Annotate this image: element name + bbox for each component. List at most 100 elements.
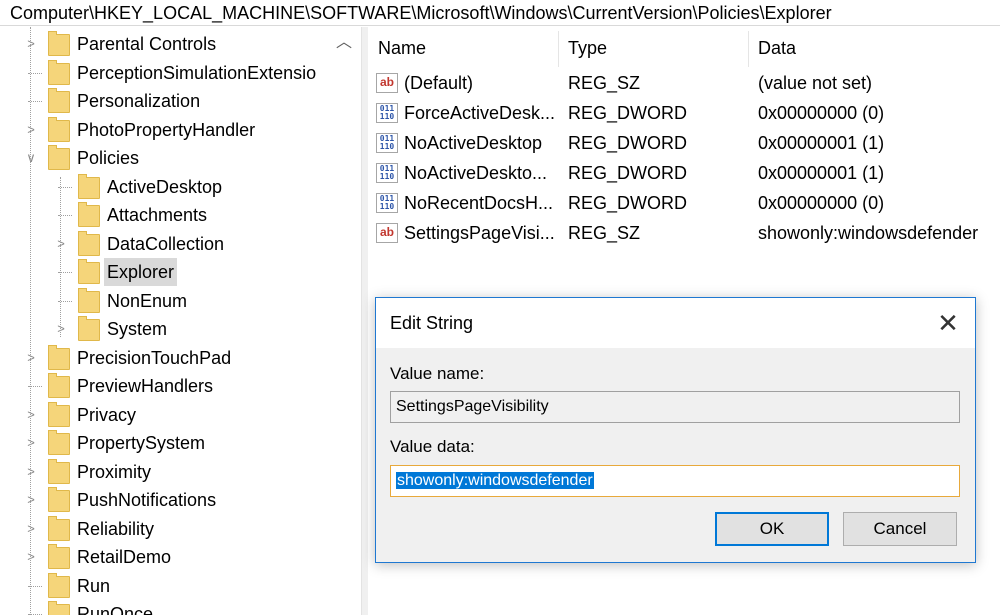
cell-name: NoRecentDocsH...	[404, 193, 554, 213]
expand-chevron-icon[interactable]: >	[22, 30, 40, 58]
collapse-chevron-icon[interactable]: ∨	[22, 144, 40, 172]
folder-icon	[48, 601, 70, 615]
expand-chevron-icon[interactable]: >	[22, 486, 40, 514]
string-value-icon: ab	[376, 73, 398, 93]
tree-item[interactable]: > PrecisionTouchPad	[22, 344, 342, 372]
tree-item[interactable]: PerceptionSimulationExtensio	[22, 59, 342, 87]
expand-chevron-icon[interactable]: >	[52, 315, 70, 343]
close-icon[interactable]: ✕	[931, 306, 965, 340]
folder-icon	[48, 344, 70, 370]
cell-data: 0x00000000 (0)	[758, 103, 885, 123]
scroll-up-arrow-icon[interactable]: ︿	[330, 31, 358, 55]
string-value-icon: ab	[376, 223, 398, 243]
tree-item[interactable]: > Proximity	[22, 458, 342, 486]
tree-item[interactable]: RunOnce	[22, 600, 342, 615]
cancel-button[interactable]: Cancel	[843, 512, 957, 546]
column-header-type[interactable]: Type	[558, 27, 748, 69]
dialog-titlebar[interactable]: Edit String ✕	[376, 298, 975, 348]
folder-icon	[48, 373, 70, 398]
tree-item-label: RetailDemo	[77, 547, 172, 567]
tree-item-label: PerceptionSimulationExtensio	[77, 62, 317, 83]
tree-item-label: PrecisionTouchPad	[77, 347, 232, 368]
cell-data: 0x00000001 (1)	[758, 163, 885, 183]
tree-item[interactable]: ActiveDesktop	[22, 173, 342, 201]
tree-item[interactable]: > RetailDemo	[22, 543, 342, 571]
column-header-data[interactable]: Data	[748, 27, 1000, 69]
expand-chevron-icon[interactable]: >	[22, 515, 40, 543]
cell-name: ForceActiveDesk...	[404, 103, 554, 123]
tree-item-label: DataCollection	[107, 233, 225, 254]
folder-icon	[48, 116, 70, 142]
tree-item[interactable]: > PhotoPropertyHandler	[22, 116, 342, 144]
list-row[interactable]: 011 110 NoActiveDesktop REG_DWORD 0x00000001…	[368, 128, 1000, 158]
folder-icon	[48, 31, 70, 56]
expand-chevron-icon[interactable]: >	[22, 344, 40, 372]
tree-item[interactable]: > PushNotifications	[22, 486, 342, 514]
folder-icon	[78, 259, 100, 284]
tree-scrollbar[interactable]: ︿	[330, 27, 358, 615]
folder-icon	[48, 572, 70, 598]
folder-icon	[78, 202, 100, 227]
tree-item[interactable]: > System	[22, 315, 342, 343]
value-name-label: Value name:	[390, 364, 485, 383]
address-bar[interactable]: Computer\HKEY_LOCAL_MACHINE\SOFTWARE\Mic…	[0, 0, 1000, 26]
cell-type: REG_DWORD	[568, 133, 688, 153]
expand-chevron-icon[interactable]: >	[22, 116, 40, 144]
tree-item[interactable]: > Reliability	[22, 515, 342, 543]
tree-connector	[52, 201, 72, 229]
cell-data: 0x00000000 (0)	[758, 193, 885, 213]
tree-connector	[52, 287, 72, 315]
list-row[interactable]: 011 110 NoActiveDeskto... REG_DWORD 0x000000…	[368, 158, 1000, 188]
selected-text[interactable]: showonly:windowsdefender	[396, 472, 594, 489]
registry-tree[interactable]: > Parental Controls PerceptionSimulationEx…	[0, 27, 360, 615]
tree-item[interactable]: > PropertySystem	[22, 429, 342, 457]
tree-item[interactable]: Explorer	[22, 258, 342, 286]
tree-item[interactable]: Run	[22, 572, 342, 600]
tree-connector	[22, 600, 42, 615]
tree-item[interactable]: NonEnum	[22, 287, 342, 315]
edit-string-dialog: Edit String ✕ Value name: SettingsPageVi…	[375, 297, 976, 563]
ok-button[interactable]: OK	[715, 512, 829, 546]
cell-data: (value not set)	[758, 73, 873, 93]
list-header: Name Type Data	[368, 27, 1000, 69]
expand-chevron-icon[interactable]: >	[22, 543, 40, 571]
column-header-name[interactable]: Name	[368, 27, 558, 69]
binary-value-icon: 011 110	[376, 163, 398, 183]
tree-item-label: RunOnce	[77, 604, 154, 615]
folder-icon	[48, 458, 70, 484]
expand-chevron-icon[interactable]: >	[22, 401, 40, 429]
tree-item[interactable]: Personalization	[22, 87, 342, 115]
tree-item[interactable]: > Parental Controls	[22, 30, 342, 58]
list-row[interactable]: 011 110 ForceActiveDesk... REG_DWORD 0x00000…	[368, 98, 1000, 128]
cell-name: (Default)	[404, 73, 474, 93]
expand-chevron-icon[interactable]: >	[22, 458, 40, 486]
cell-name: NoActiveDeskto...	[404, 163, 548, 183]
tree-item[interactable]: ∨ Policies	[22, 144, 342, 172]
tree-item[interactable]: PreviewHandlers	[22, 372, 342, 400]
list-row[interactable]: 011 110 NoRecentDocsH... REG_DWORD 0x0000000…	[368, 188, 1000, 218]
expand-chevron-icon[interactable]: >	[52, 230, 70, 258]
folder-icon	[78, 287, 100, 313]
tree-item-label: PreviewHandlers	[77, 376, 214, 396]
tree-item[interactable]: > DataCollection	[22, 230, 342, 258]
tree-item-label: Privacy	[77, 404, 137, 425]
folder-icon	[48, 544, 70, 569]
tree-item-label: Proximity	[77, 461, 152, 482]
folder-icon	[48, 145, 70, 170]
list-row[interactable]: ab SettingsPageVisi... REG_SZ showonly:wind…	[368, 218, 1000, 248]
tree-item-label: Attachments	[107, 205, 208, 225]
cell-name: SettingsPageVisi...	[404, 223, 554, 243]
value-data-input[interactable]: showonly:windowsdefender	[390, 465, 960, 497]
expand-chevron-icon[interactable]: >	[22, 429, 40, 457]
cell-type: REG_DWORD	[568, 163, 688, 183]
tree-connector	[22, 372, 42, 400]
tree-item[interactable]: Attachments	[22, 201, 342, 229]
tree-item-label: PushNotifications	[77, 490, 217, 510]
tree-guide-line	[30, 27, 31, 615]
tree-connector	[22, 572, 42, 600]
tree-item-label: Policies	[77, 148, 140, 168]
binary-value-icon: 011 110	[376, 133, 398, 153]
folder-icon	[78, 173, 100, 199]
tree-item[interactable]: > Privacy	[22, 401, 342, 429]
list-row[interactable]: ab (Default) REG_SZ (value not set)	[368, 68, 1000, 98]
